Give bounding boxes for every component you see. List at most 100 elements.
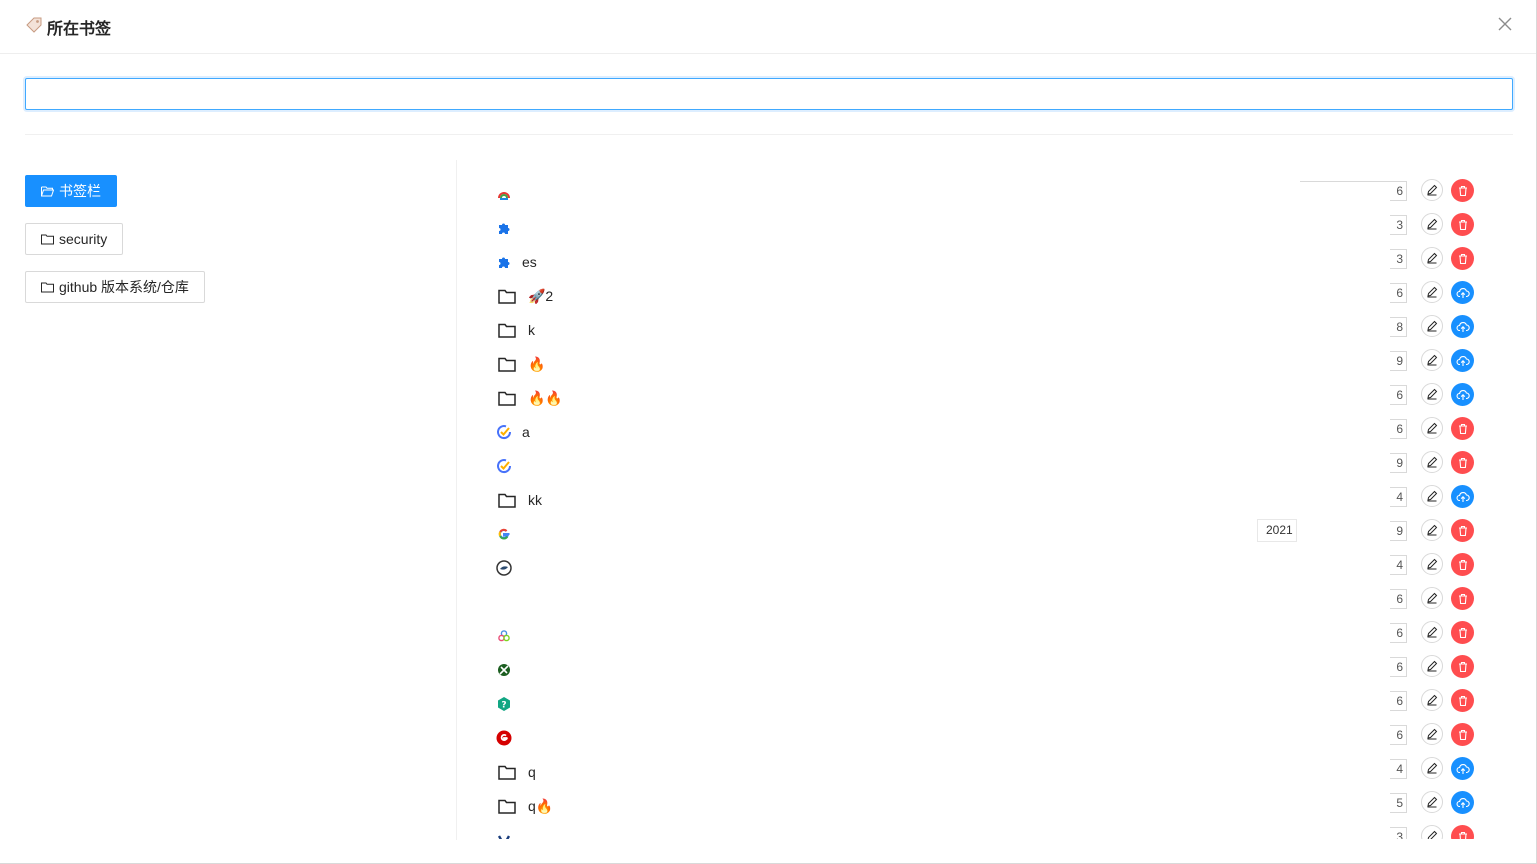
trash-icon bbox=[1457, 729, 1469, 741]
cloud-upload-icon bbox=[1456, 763, 1470, 775]
bookmark-row[interactable]: 6 bbox=[490, 720, 1490, 754]
bookmark-row[interactable]: a6 bbox=[490, 414, 1490, 448]
bookmark-row[interactable]: 3 bbox=[490, 822, 1490, 839]
edit-button[interactable] bbox=[1421, 587, 1443, 609]
bookmark-row[interactable]: q🔥 5 bbox=[490, 788, 1490, 822]
red-g-icon bbox=[496, 730, 512, 746]
bookmark-title: a bbox=[522, 424, 530, 440]
edit-button[interactable] bbox=[1421, 825, 1443, 839]
trash-icon bbox=[1457, 423, 1469, 435]
bookmark-count: 3 bbox=[1390, 827, 1407, 839]
edit-icon bbox=[1426, 388, 1438, 400]
edit-button[interactable] bbox=[1421, 519, 1443, 541]
cloud-upload-icon bbox=[1456, 491, 1470, 503]
edit-icon bbox=[1426, 626, 1438, 638]
folder-icon bbox=[498, 765, 516, 780]
bookmark-row[interactable]: ? 6 bbox=[490, 686, 1490, 720]
edit-button[interactable] bbox=[1421, 213, 1443, 235]
upload-button[interactable] bbox=[1451, 315, 1474, 338]
bookmark-row[interactable]: 4 bbox=[490, 550, 1490, 584]
site-icon bbox=[496, 832, 512, 839]
delete-button[interactable] bbox=[1451, 213, 1474, 236]
trash-icon bbox=[1457, 593, 1469, 605]
delete-button[interactable] bbox=[1451, 553, 1474, 576]
bookmark-row[interactable]: 3 bbox=[490, 210, 1490, 244]
rainbow-site-icon bbox=[496, 186, 512, 202]
bookmark-row[interactable]: 🔥🔥 6 bbox=[490, 380, 1490, 414]
bookmark-row[interactable]: q4 bbox=[490, 754, 1490, 788]
puzzle-icon bbox=[496, 220, 512, 236]
bookmark-dialog: 所在书签 书签栏 security github 版本系统/仓库 6 3 es … bbox=[0, 0, 1537, 864]
bookmark-row[interactable]: 6 bbox=[490, 176, 1490, 210]
edit-button[interactable] bbox=[1421, 757, 1443, 779]
bookmark-row[interactable]: 6 bbox=[490, 584, 1490, 618]
upload-button[interactable] bbox=[1451, 281, 1474, 304]
cloud-upload-icon bbox=[1456, 389, 1470, 401]
edit-button[interactable] bbox=[1421, 383, 1443, 405]
edit-button[interactable] bbox=[1421, 485, 1443, 507]
folder-icon bbox=[498, 493, 516, 508]
folder-button-bookmarks-bar[interactable]: 书签栏 bbox=[25, 175, 117, 207]
edit-button[interactable] bbox=[1421, 179, 1443, 201]
upload-button[interactable] bbox=[1451, 383, 1474, 406]
upload-button[interactable] bbox=[1451, 485, 1474, 508]
delete-button[interactable] bbox=[1451, 655, 1474, 678]
folder-button-security[interactable]: security bbox=[25, 223, 124, 255]
delete-button[interactable] bbox=[1451, 723, 1474, 746]
trash-icon bbox=[1457, 525, 1469, 537]
bookmark-count: 5 bbox=[1390, 793, 1407, 813]
edit-icon bbox=[1426, 320, 1438, 332]
edit-button[interactable] bbox=[1421, 247, 1443, 269]
delete-button[interactable] bbox=[1451, 247, 1474, 270]
bookmark-row[interactable]: 🔥 9 bbox=[490, 346, 1490, 380]
delete-button[interactable] bbox=[1451, 519, 1474, 542]
edit-button[interactable] bbox=[1421, 621, 1443, 643]
bookmark-row[interactable]: 🚀2 6 bbox=[490, 278, 1490, 312]
bookmark-row[interactable]: kk 4 bbox=[490, 482, 1490, 516]
edit-button[interactable] bbox=[1421, 417, 1443, 439]
edit-icon bbox=[1426, 524, 1438, 536]
bookmark-count: 6 bbox=[1390, 691, 1407, 711]
edit-icon bbox=[1426, 592, 1438, 604]
edit-button[interactable] bbox=[1421, 689, 1443, 711]
upload-button[interactable] bbox=[1451, 791, 1474, 814]
blank-icon bbox=[496, 594, 512, 610]
bookmark-row[interactable]: 9 bbox=[490, 448, 1490, 482]
close-icon[interactable] bbox=[1493, 12, 1517, 36]
edit-button[interactable] bbox=[1421, 315, 1443, 337]
folder-label: github 版本系统/仓库 bbox=[59, 279, 189, 295]
divider bbox=[25, 134, 1513, 135]
edit-button[interactable] bbox=[1421, 451, 1443, 473]
cloud-upload-icon bbox=[1456, 321, 1470, 333]
bookmark-row[interactable]: es 3 bbox=[490, 244, 1490, 278]
delete-button[interactable] bbox=[1451, 179, 1474, 202]
bookmark-row[interactable]: 6 bbox=[490, 618, 1490, 652]
bookmark-row[interactable]: 9 bbox=[490, 516, 1490, 550]
rings-site-icon bbox=[496, 628, 512, 644]
edit-button[interactable] bbox=[1421, 791, 1443, 813]
edit-button[interactable] bbox=[1421, 349, 1443, 371]
bookmark-title: q🔥 bbox=[528, 798, 554, 814]
delete-button[interactable] bbox=[1451, 825, 1474, 839]
bookmark-count: 6 bbox=[1390, 589, 1407, 609]
folder-button-github[interactable]: github 版本系统/仓库 bbox=[25, 271, 205, 303]
upload-button[interactable] bbox=[1451, 349, 1474, 372]
edit-button[interactable] bbox=[1421, 723, 1443, 745]
bookmark-row[interactable]: k8 bbox=[490, 312, 1490, 346]
edit-icon bbox=[1426, 456, 1438, 468]
upload-button[interactable] bbox=[1451, 757, 1474, 780]
edit-button[interactable] bbox=[1421, 655, 1443, 677]
delete-button[interactable] bbox=[1451, 689, 1474, 712]
delete-button[interactable] bbox=[1451, 451, 1474, 474]
bookmark-count: 3 bbox=[1390, 215, 1407, 235]
delete-button[interactable] bbox=[1451, 587, 1474, 610]
edit-button[interactable] bbox=[1421, 281, 1443, 303]
delete-button[interactable] bbox=[1451, 621, 1474, 644]
bookmark-row[interactable]: 6 bbox=[490, 652, 1490, 686]
bookmark-count: 4 bbox=[1390, 555, 1407, 575]
cloud-upload-icon bbox=[1456, 797, 1470, 809]
edit-button[interactable] bbox=[1421, 553, 1443, 575]
delete-button[interactable] bbox=[1451, 417, 1474, 440]
folder-icon bbox=[498, 799, 516, 814]
search-input[interactable] bbox=[25, 78, 1513, 110]
